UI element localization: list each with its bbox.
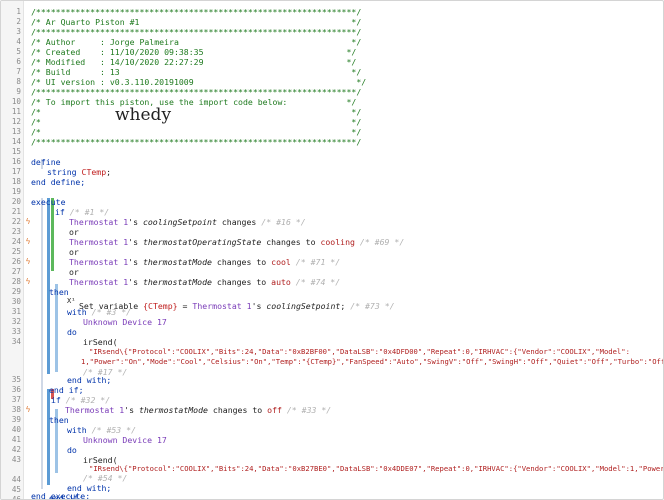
unknown-device-17-b[interactable]: Unknown Device 17 [83,435,167,445]
if-bar-green [51,198,54,271]
header-created: /* Created : 11/10/2020 09:38:35 */ [31,47,357,57]
code-editor: 1 2 3 4 5 6 7 8 9 10 11 12 13 14 15 16 1… [0,0,664,500]
header-empty: /* */ [31,107,362,117]
header-border: /***************************************… [31,27,362,37]
header-modified: /* Modified : 14/10/2020 22:27:29 */ [31,57,357,67]
trigger-bolt-icon: ϟ [25,277,31,286]
or-operator: or [69,227,79,237]
execute-keyword: execute [31,197,66,207]
then-bar [55,284,58,372]
with-statement[interactable]: with /* #3 */ [67,307,131,317]
end-execute-keyword: end execute; [31,491,91,500]
import-code[interactable]: whedy [115,105,171,125]
irsend-payload-line1: "IRsend\{"Protocol":"COOLIX","Bits":24,"… [89,347,630,356]
header-border: /***************************************… [31,87,362,97]
or-operator: or [69,247,79,257]
end-if-keyword: end if; [49,385,84,395]
unknown-device-17[interactable]: Unknown Device 17 [83,317,167,327]
then-keyword: then [49,287,69,297]
execute-bar [41,198,43,489]
irsend-payload-line2: 1,"Power":"On","Mode":"Cool","Celsius":"… [81,357,664,366]
do-keyword: do [67,327,77,337]
trigger-bolt-icon: ϟ [25,237,31,246]
header-build: /* Build : 13 */ [31,67,362,77]
trigger-bolt-icon: ϟ [25,405,31,414]
do-keyword-2: do [67,445,77,455]
then-keyword-2: then [49,415,69,425]
header-empty: /* */ [31,117,362,127]
if-bar-blue [47,198,50,374]
define-keyword: define [31,157,61,167]
end-with-keyword: end with; [67,375,112,385]
irsend-command[interactable]: irSend( [83,337,118,347]
string-type: string [47,167,77,177]
trigger-bolt-icon: ϟ [25,217,31,226]
condition-mode-cool[interactable]: Thermostat 1's thermostatMode changes to… [69,257,340,267]
end-define-keyword: end define; [31,177,86,187]
irsend-payload-line3: "IRsend\{"Protocol":"COOLIX","Bits":24,"… [89,464,663,473]
with-statement-2[interactable]: with /* #53 */ [67,425,136,435]
if-statement-2[interactable]: if /* #32 */ [51,395,110,405]
header-empty: /* */ [31,127,362,137]
header-title: /* Ar Quarto Piston #1 */ [31,17,362,27]
header-border: /***************************************… [31,7,362,17]
if2-bar-blue [47,389,50,485]
header-author: /* Author : Jorge Palmeira */ [31,37,362,47]
header-ui-version: /* UI version : v0.3.110.20191009 */ [31,77,367,87]
comment-54: /* #54 */ [83,473,128,483]
condition-mode-auto[interactable]: Thermostat 1's thermostatMode changes to… [69,277,340,287]
condition-cooling-setpoint[interactable]: Thermostat 1's coolingSetpoint changes /… [69,217,306,227]
header-border: /***************************************… [31,137,362,147]
variable-declaration: string CTemp; [47,167,112,177]
condition-mode-off[interactable]: Thermostat 1's thermostatMode changes to… [65,405,331,415]
or-operator: or [69,267,79,277]
ctemp-variable: CTemp [81,167,107,177]
header-import-text: /* To import this piston, use the import… [31,97,357,107]
trigger-bolt-icon: ϟ [25,257,31,266]
if-statement[interactable]: if /* #1 */ [55,207,109,217]
condition-operating-state[interactable]: Thermostat 1's thermostatOperatingState … [69,237,404,247]
set-variable-icon: X¹ [67,297,76,305]
